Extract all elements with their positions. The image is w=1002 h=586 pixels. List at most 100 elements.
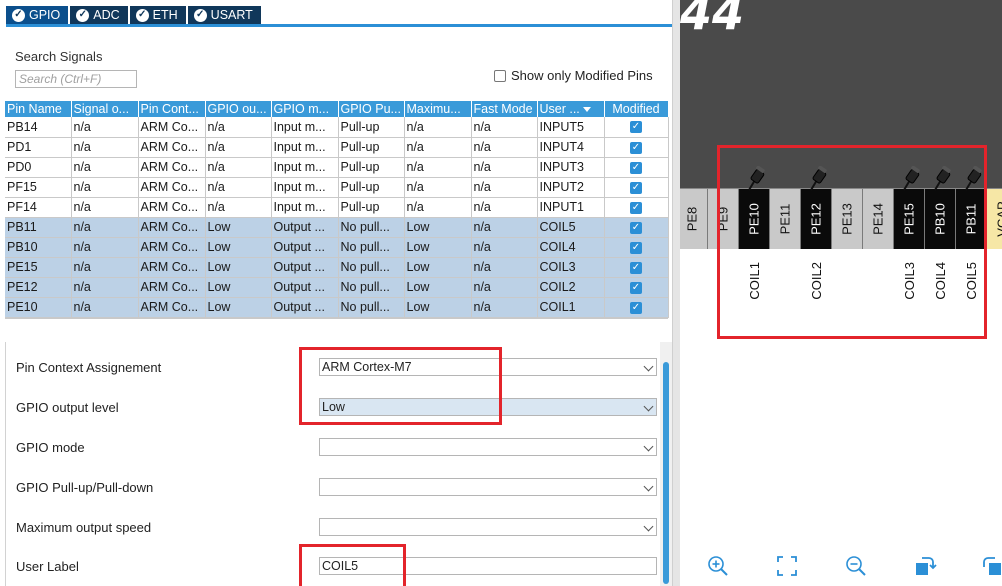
column-header[interactable]: GPIO ou... <box>205 101 272 117</box>
cell-pull: Pull-up <box>338 177 405 198</box>
column-header[interactable]: Signal o... <box>71 101 139 117</box>
table-row[interactable]: PB11 n/a ARM Co... Low Output ... No pull... L… <box>5 217 669 238</box>
gpio-mode-select[interactable] <box>319 438 657 456</box>
sort-arrow-icon <box>582 107 591 113</box>
checkbox-checked-icon[interactable]: ✓ <box>630 281 642 294</box>
table-row[interactable]: PE10 n/a ARM Co... Low Output ... No pull... L… <box>5 297 669 318</box>
cell-max: Low <box>404 257 472 278</box>
search-input[interactable] <box>15 70 137 88</box>
column-header[interactable]: Maximu... <box>404 101 472 117</box>
cell-pin: PB10 <box>5 237 72 258</box>
cell-modified[interactable]: ✓ <box>604 277 669 298</box>
column-header-label: GPIO m... <box>273 102 330 116</box>
scrollbar-thumb[interactable] <box>663 362 669 584</box>
cell-label: COIL5 <box>537 217 605 238</box>
cell-signal: n/a <box>71 117 139 138</box>
table-row[interactable]: PF15 n/a ARM Co... n/a Input m... Pull-up n/a n… <box>5 177 669 198</box>
checkbox-checked-icon[interactable]: ✓ <box>630 161 642 174</box>
cell-context: ARM Co... <box>138 197 206 218</box>
highlight-box <box>299 544 406 586</box>
cell-pull: Pull-up <box>338 137 405 158</box>
cell-modified[interactable]: ✓ <box>604 157 669 178</box>
cell-fast: n/a <box>471 157 538 178</box>
tab-usart[interactable]: ✓ USART <box>187 6 261 24</box>
cell-label: COIL3 <box>537 257 605 278</box>
column-header-label: Maximu... <box>406 102 461 116</box>
tab-adc[interactable]: ✓ ADC <box>70 6 128 24</box>
cell-signal: n/a <box>71 177 139 198</box>
checkbox-checked-icon[interactable]: ✓ <box>630 301 642 314</box>
cell-label: INPUT4 <box>537 137 605 158</box>
cell-pin: PB11 <box>5 217 72 238</box>
cell-label: COIL4 <box>537 237 605 258</box>
cell-signal: n/a <box>71 157 139 178</box>
cell-context: ARM Co... <box>138 237 206 258</box>
cell-context: ARM Co... <box>138 137 206 158</box>
cell-modified[interactable]: ✓ <box>604 137 669 158</box>
column-header[interactable]: GPIO m... <box>271 101 339 117</box>
tab-eth[interactable]: ✓ ETH <box>129 6 186 24</box>
cell-out: n/a <box>205 117 272 138</box>
cell-fast: n/a <box>471 297 538 318</box>
checkbox-checked-icon[interactable]: ✓ <box>630 121 642 134</box>
cell-pull: No pull... <box>338 257 405 278</box>
cell-context: ARM Co... <box>138 217 206 238</box>
cell-signal: n/a <box>71 137 139 158</box>
cell-pull: Pull-up <box>338 117 405 138</box>
table-row[interactable]: PB14 n/a ARM Co... n/a Input m... Pull-up n/a n… <box>5 117 669 138</box>
cell-modified[interactable]: ✓ <box>604 197 669 218</box>
column-header[interactable]: User ... <box>537 101 605 117</box>
search-label: Search Signals <box>15 49 103 64</box>
column-header[interactable]: Fast Mode <box>471 101 538 117</box>
table-row[interactable]: PD0 n/a ARM Co... n/a Input m... Pull-up n/a n/… <box>5 157 669 178</box>
cell-out: Low <box>205 237 272 258</box>
config-scrollbar[interactable] <box>660 342 672 586</box>
checkbox-checked-icon[interactable]: ✓ <box>630 221 642 234</box>
undo-icon[interactable] <box>980 554 1002 578</box>
cell-pull: No pull... <box>338 217 405 238</box>
checkbox-checked-icon[interactable]: ✓ <box>630 261 642 274</box>
zoom-out-icon[interactable] <box>844 554 868 578</box>
zoom-in-icon[interactable] <box>706 554 730 578</box>
cell-modified[interactable]: ✓ <box>604 177 669 198</box>
cell-modified[interactable]: ✓ <box>604 217 669 238</box>
pin-table: Pin Name Signal o... Pin Cont... GPIO ou...… <box>5 101 669 318</box>
cell-label: COIL2 <box>537 277 605 298</box>
cell-out: Low <box>205 297 272 318</box>
table-row[interactable]: PB10 n/a ARM Co... Low Output ... No pull... L… <box>5 237 669 258</box>
cell-modified[interactable]: ✓ <box>604 117 669 138</box>
column-header[interactable]: GPIO Pu... <box>338 101 405 117</box>
cell-modified[interactable]: ✓ <box>604 257 669 278</box>
checkbox-checked-icon[interactable]: ✓ <box>630 181 642 194</box>
cell-out: n/a <box>205 197 272 218</box>
table-row[interactable]: PD1 n/a ARM Co... n/a Input m... Pull-up n/a n/… <box>5 137 669 158</box>
table-divider <box>5 318 668 342</box>
checkbox-checked-icon[interactable]: ✓ <box>630 241 642 254</box>
tab-underline <box>6 24 672 27</box>
tabs: ✓ GPIO ✓ ADC ✓ ETH ✓ USART <box>6 6 261 24</box>
fit-screen-icon[interactable] <box>775 554 799 578</box>
pin-vcap[interactable]: VCAP <box>987 189 1002 249</box>
pin-pe8[interactable]: PE8 <box>680 189 708 249</box>
panel-splitter[interactable] <box>672 0 680 586</box>
checkbox-checked-icon[interactable]: ✓ <box>630 201 642 214</box>
tab-gpio[interactable]: ✓ GPIO <box>6 6 69 24</box>
cell-pin: PD0 <box>5 157 72 178</box>
cell-modified[interactable]: ✓ <box>604 297 669 318</box>
checkbox-checked-icon[interactable]: ✓ <box>630 141 642 154</box>
column-header[interactable]: Modified <box>604 101 669 117</box>
table-row[interactable]: PE15 n/a ARM Co... Low Output ... No pull... L… <box>5 257 669 278</box>
column-header[interactable]: Pin Name <box>5 101 72 117</box>
table-row[interactable]: PF14 n/a ARM Co... n/a Input m... Pull-up n/a n… <box>5 197 669 218</box>
chevron-down-icon <box>643 361 654 372</box>
gpio-pull-select[interactable] <box>319 478 657 496</box>
column-header[interactable]: Pin Cont... <box>138 101 206 117</box>
rotate-icon[interactable] <box>913 554 937 578</box>
cell-label: INPUT3 <box>537 157 605 178</box>
cell-modified[interactable]: ✓ <box>604 237 669 258</box>
max-speed-select[interactable] <box>319 518 657 536</box>
only-modified-checkbox[interactable]: Show only Modified Pins <box>494 68 653 83</box>
table-row[interactable]: PE12 n/a ARM Co... Low Output ... No pull... L… <box>5 277 669 298</box>
cell-max: n/a <box>404 177 472 198</box>
checkbox-box[interactable] <box>494 69 506 82</box>
